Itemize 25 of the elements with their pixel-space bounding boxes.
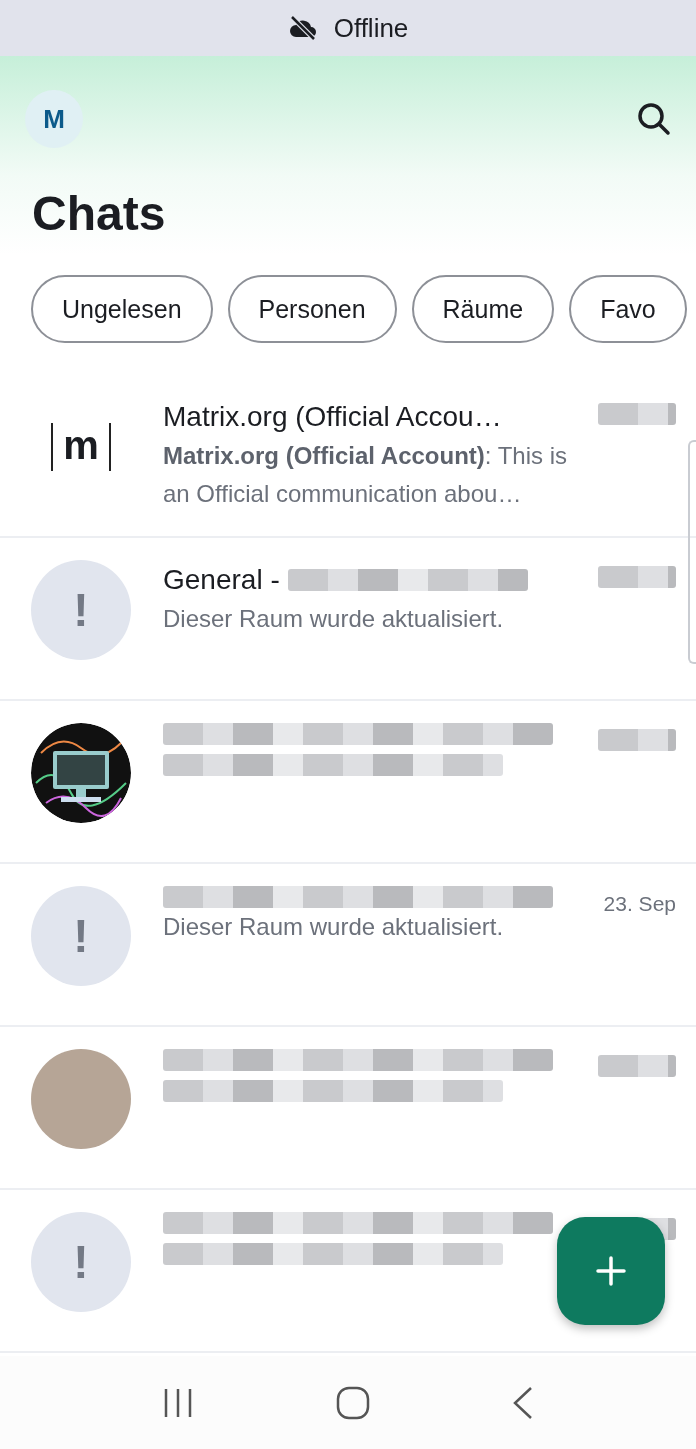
search-icon[interactable] <box>636 101 672 137</box>
chat-row[interactable]: m Matrix.org (Official Accou… Matrix.org (Official Account): This is an Official communication abou… <box>0 375 696 538</box>
chat-row[interactable]: ! General - Dieser Raum wurde aktualisiert. <box>0 538 696 701</box>
filter-chip[interactable]: Personen <box>227 275 397 343</box>
chat-row[interactable]: ! Dieser Raum wurde aktualisiert. 23. Sep <box>0 864 696 1027</box>
cloud-off-icon <box>287 15 318 41</box>
room-avatar: ! <box>31 560 131 660</box>
filter-chip[interactable]: Ungelesen <box>31 275 213 343</box>
offline-label: Offline <box>333 12 409 44</box>
chat-name: General - <box>163 563 280 597</box>
filter-chip[interactable]: Favo <box>569 275 687 343</box>
home-icon[interactable] <box>336 1385 370 1420</box>
filter-chip[interactable]: Räume <box>411 275 555 343</box>
new-chat-button[interactable] <box>557 1217 665 1325</box>
chat-name: Matrix.org (Official Accou… <box>163 400 502 434</box>
page-title: Chats <box>32 186 167 241</box>
account-avatar[interactable]: M <box>25 90 83 148</box>
room-avatar: ! <box>31 886 131 986</box>
message-preview: Matrix.org (Official Account): This is an Official communication abou… <box>163 441 569 509</box>
plus-icon <box>595 1255 627 1287</box>
chat-time: 23. Sep <box>603 892 676 915</box>
message-preview: Dieser Raum wurde aktualisiert. <box>163 912 505 942</box>
room-avatar: ! <box>31 1212 131 1312</box>
matrix-logo: m <box>51 423 111 471</box>
message-preview: Dieser Raum wurde aktualisiert. <box>163 604 505 634</box>
